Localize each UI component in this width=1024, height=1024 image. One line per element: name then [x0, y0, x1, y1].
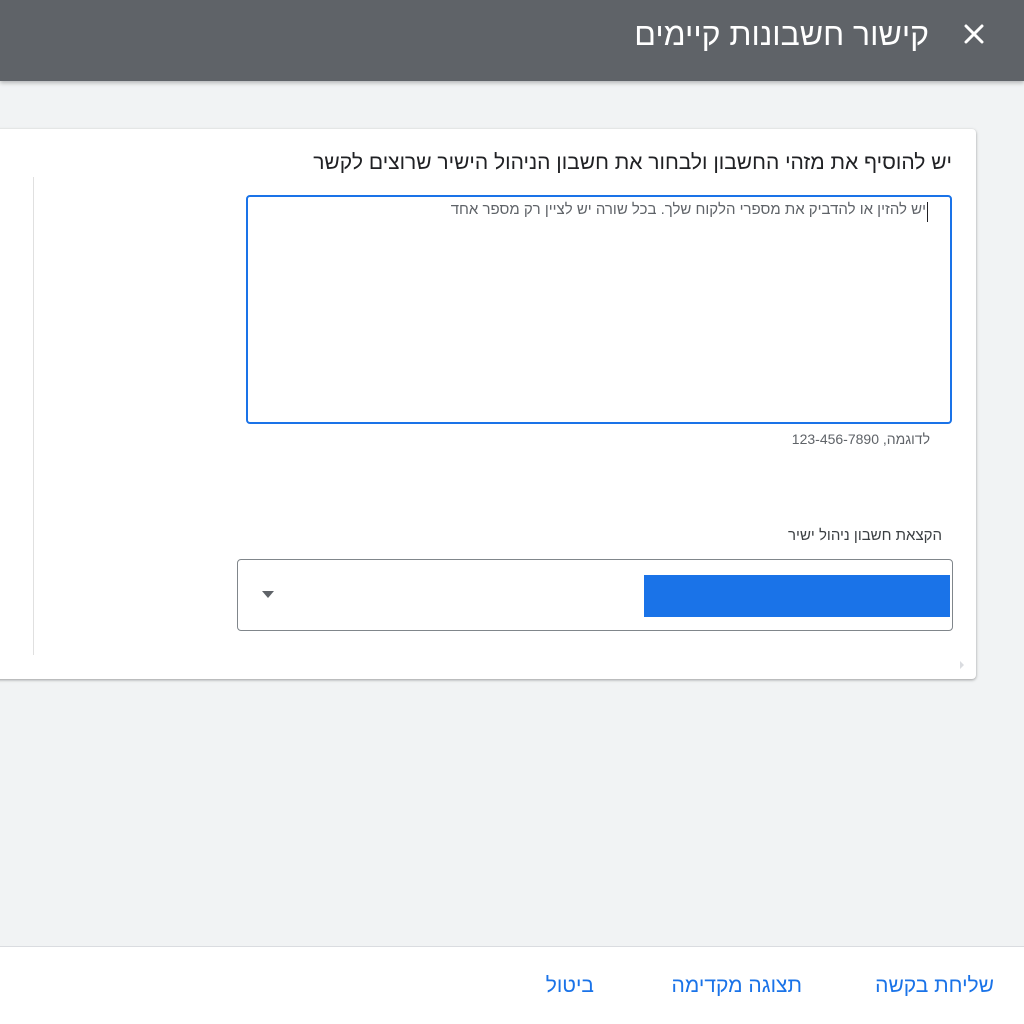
account-ids-input[interactable]: [248, 197, 950, 422]
dialog-title: קישור חשבונות קיימים: [634, 16, 929, 52]
dialog-footer: שליחת בקשה תצוגה מקדימה ביטול: [0, 946, 1024, 1024]
text-caret: [927, 202, 928, 222]
example-hint: לדוגמה, 123-456-7890: [791, 431, 930, 447]
triangle-down-icon: [262, 591, 274, 598]
account-ids-field: [246, 195, 952, 424]
vertical-divider: [33, 177, 34, 655]
scroll-right-icon[interactable]: [960, 661, 964, 669]
close-button[interactable]: [954, 14, 994, 54]
manager-account-select[interactable]: [237, 559, 953, 631]
preview-button[interactable]: תצוגה מקדימה: [672, 973, 802, 999]
link-accounts-card: יש להוסיף את מזהי החשבון ולבחור את חשבון…: [0, 129, 976, 679]
close-icon: [964, 24, 984, 44]
section-heading: יש להוסיף את מזהי החשבון ולבחור את חשבון…: [313, 151, 952, 174]
dialog-header: קישור חשבונות קיימים: [0, 0, 1024, 81]
selected-manager-account: [644, 575, 950, 617]
cancel-button[interactable]: ביטול: [546, 973, 594, 999]
manager-account-label: הקצאת חשבון ניהול ישיר: [788, 527, 942, 544]
dialog-root: קישור חשבונות קיימים יש להוסיף את מזהי ה…: [0, 0, 1024, 1024]
send-request-button[interactable]: שליחת בקשה: [875, 973, 994, 999]
